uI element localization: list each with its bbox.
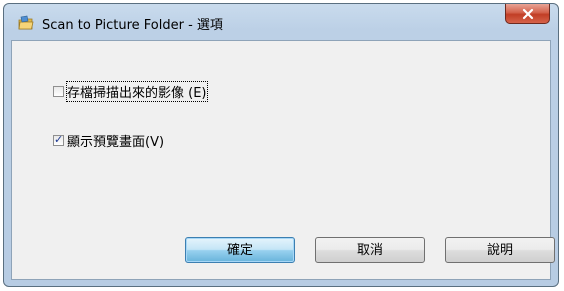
close-button[interactable] xyxy=(505,4,550,24)
save-images-option[interactable]: 存檔掃描出來的影像 (E) xyxy=(53,81,208,102)
dialog-content: 存檔掃描出來的影像 (E) ✓ 顯示預覽畫面(V) 確定 取消 說明 xyxy=(11,40,555,280)
close-icon xyxy=(522,8,533,19)
show-preview-option[interactable]: ✓ 顯示預覽畫面(V) xyxy=(53,131,164,150)
title-bar[interactable]: Scan to Picture Folder - 選項 xyxy=(4,4,558,40)
folder-scan-icon xyxy=(18,15,34,30)
check-mark-icon: ✓ xyxy=(54,133,64,146)
show-preview-checkbox[interactable]: ✓ xyxy=(53,133,64,146)
save-images-checkbox[interactable] xyxy=(53,86,64,97)
show-preview-label[interactable]: 顯示預覽畫面(V) xyxy=(67,131,164,150)
cancel-button[interactable]: 取消 xyxy=(315,237,425,263)
ok-button[interactable]: 確定 xyxy=(185,237,295,263)
save-images-label[interactable]: 存檔掃描出來的影像 (E) xyxy=(66,81,208,102)
help-button[interactable]: 說明 xyxy=(445,237,555,263)
window-title: Scan to Picture Folder - 選項 xyxy=(42,18,223,33)
dialog-window: Scan to Picture Folder - 選項 存檔掃描出來的影像 (E… xyxy=(3,3,559,287)
